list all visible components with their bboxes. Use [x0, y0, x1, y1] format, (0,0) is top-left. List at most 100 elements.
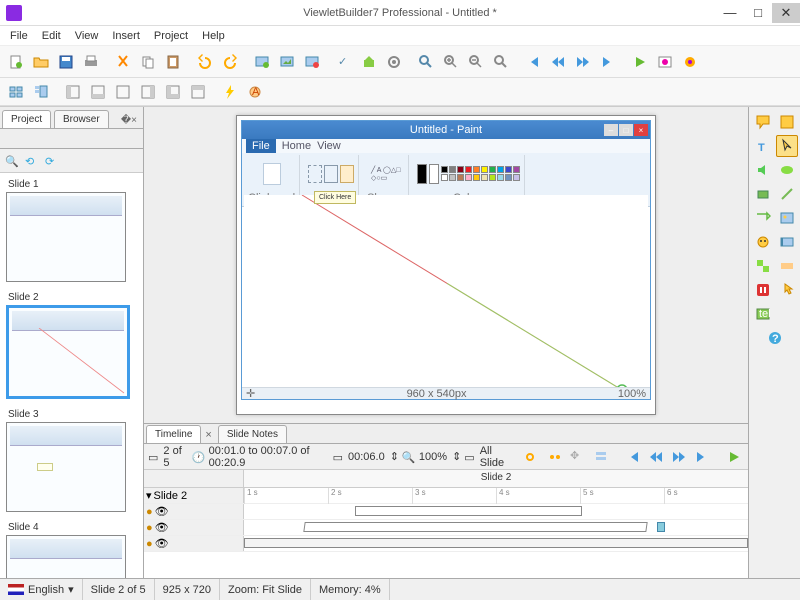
- publish-button[interactable]: [357, 50, 381, 74]
- tab-slide-notes[interactable]: Slide Notes: [218, 425, 287, 443]
- first-button[interactable]: [521, 50, 545, 74]
- tl-align-button[interactable]: [591, 445, 611, 469]
- spelling-button[interactable]: ✓: [332, 50, 356, 74]
- arrow-tool[interactable]: [752, 207, 774, 229]
- movie-tool[interactable]: [776, 231, 798, 253]
- find-button[interactable]: [414, 50, 438, 74]
- line-tool[interactable]: [776, 183, 798, 205]
- highlight-tool[interactable]: [776, 159, 798, 181]
- paint-tab-file: File: [246, 139, 276, 153]
- redo-button[interactable]: [218, 50, 242, 74]
- sound-tool[interactable]: [752, 159, 774, 181]
- open-button[interactable]: [29, 50, 53, 74]
- menu-project[interactable]: Project: [148, 28, 194, 44]
- tl-link2-button[interactable]: [545, 445, 565, 469]
- language-selector[interactable]: English▾: [0, 579, 83, 600]
- stylesheet-button[interactable]: A: [243, 80, 267, 104]
- cut-button[interactable]: [111, 50, 135, 74]
- thumbnail-slide-2[interactable]: Slide 2: [6, 292, 137, 399]
- next-button[interactable]: [571, 50, 595, 74]
- text-tool[interactable]: T: [752, 135, 774, 157]
- copy-button[interactable]: [136, 50, 160, 74]
- thumbnail-slide-3[interactable]: Slide 3: [6, 409, 137, 512]
- menu-insert[interactable]: Insert: [106, 28, 146, 44]
- matte-tool[interactable]: tel: [752, 303, 774, 325]
- layout1-button[interactable]: [61, 80, 85, 104]
- tl-last-button[interactable]: [692, 445, 712, 469]
- cursor-tool[interactable]: [776, 135, 798, 157]
- flash-button[interactable]: [218, 80, 242, 104]
- status-dimensions: 925 x 720: [155, 579, 220, 600]
- view-slides-button[interactable]: [4, 80, 28, 104]
- tab-close-icon[interactable]: �×: [119, 113, 139, 128]
- layout4-button[interactable]: [136, 80, 160, 104]
- tl-first-button[interactable]: [622, 445, 642, 469]
- tab-timeline[interactable]: Timeline: [146, 425, 201, 443]
- tl-move-button[interactable]: ✥: [568, 445, 588, 469]
- maximize-button[interactable]: □: [744, 3, 772, 23]
- menu-view[interactable]: View: [69, 28, 105, 44]
- tl-next-button[interactable]: [669, 445, 689, 469]
- view-thumbs-button[interactable]: [29, 80, 53, 104]
- click-tool[interactable]: [776, 279, 798, 301]
- preview-button[interactable]: [628, 50, 652, 74]
- panel-refresh-button[interactable]: 🔍: [2, 152, 20, 170]
- tl-play-button[interactable]: [724, 445, 744, 469]
- group-tool[interactable]: [752, 255, 774, 277]
- balloon-tool[interactable]: [752, 111, 774, 133]
- insert-slide-button[interactable]: [250, 50, 274, 74]
- properties-button[interactable]: [382, 50, 406, 74]
- tab-browser[interactable]: Browser: [54, 110, 109, 128]
- stepper-icon[interactable]: ⇕: [390, 450, 399, 463]
- insert-image-button[interactable]: [275, 50, 299, 74]
- timeline-clip[interactable]: [355, 506, 582, 516]
- panel-expand-button[interactable]: ⟳: [42, 152, 60, 170]
- timeline-layer-1[interactable]: ●👁: [144, 504, 244, 519]
- prev-button[interactable]: [546, 50, 570, 74]
- publish-web-button[interactable]: [678, 50, 702, 74]
- zoom-out-button[interactable]: [464, 50, 488, 74]
- stepper-icon[interactable]: ⇕: [452, 450, 461, 463]
- menu-file[interactable]: File: [4, 28, 34, 44]
- timeline-track-header[interactable]: ▾Slide 2: [144, 488, 244, 503]
- thumbnail-slide-1[interactable]: Slide 1: [6, 179, 137, 282]
- paste-button[interactable]: [161, 50, 185, 74]
- close-button[interactable]: ✕: [772, 3, 800, 23]
- timeline-marker[interactable]: [657, 522, 665, 532]
- tl-link-button[interactable]: [521, 445, 541, 469]
- timeline-clip[interactable]: [244, 538, 748, 548]
- thumbnail-slide-4[interactable]: Slide 4: [6, 522, 137, 578]
- timeline[interactable]: Slide 2 ▾Slide 2 1 s2 s3 s4 s5 s6 s ●👁 ●…: [144, 470, 748, 578]
- save-button[interactable]: [54, 50, 78, 74]
- slide-canvas[interactable]: Untitled - Paint – □ × File Home View Cl: [144, 107, 748, 423]
- pause-tool[interactable]: [752, 279, 774, 301]
- undo-button[interactable]: [193, 50, 217, 74]
- capture-button[interactable]: [300, 50, 324, 74]
- new-button[interactable]: [4, 50, 28, 74]
- shape-tool[interactable]: [752, 183, 774, 205]
- note-tool[interactable]: [776, 111, 798, 133]
- timeline-layer-2[interactable]: ●👁: [144, 520, 244, 535]
- tl-prev-button[interactable]: [646, 445, 666, 469]
- tab-timeline-close[interactable]: ×: [201, 427, 215, 443]
- preview-browser-button[interactable]: [653, 50, 677, 74]
- image-tool[interactable]: [776, 207, 798, 229]
- panel-collapse-button[interactable]: ⟲: [22, 152, 40, 170]
- layout6-button[interactable]: [186, 80, 210, 104]
- layout3-button[interactable]: [111, 80, 135, 104]
- ungroup-tool[interactable]: [776, 255, 798, 277]
- last-button[interactable]: [596, 50, 620, 74]
- stamp-tool[interactable]: [752, 231, 774, 253]
- minimize-button[interactable]: —: [716, 3, 744, 23]
- print-button[interactable]: [79, 50, 103, 74]
- menu-edit[interactable]: Edit: [36, 28, 67, 44]
- help-tool[interactable]: ?: [764, 327, 786, 349]
- layout2-button[interactable]: [86, 80, 110, 104]
- tab-project[interactable]: Project: [2, 110, 51, 128]
- zoom-in-button[interactable]: [439, 50, 463, 74]
- menu-help[interactable]: Help: [196, 28, 231, 44]
- zoom-fit-button[interactable]: [489, 50, 513, 74]
- timeline-clip[interactable]: [304, 522, 648, 532]
- timeline-layer-3[interactable]: ●👁: [144, 536, 244, 551]
- layout5-button[interactable]: [161, 80, 185, 104]
